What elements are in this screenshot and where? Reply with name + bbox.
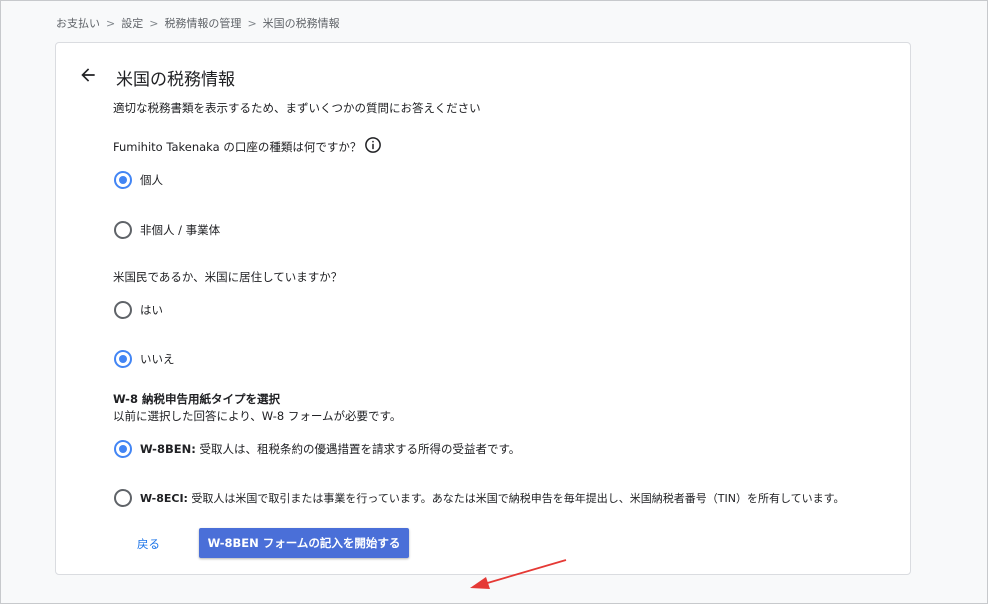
- back-link[interactable]: 戻る: [137, 536, 160, 552]
- w8eci-label: W-8ECI:: [140, 492, 188, 505]
- screenshot-frame: お支払い > 設定 > 税務情報の管理 > 米国の税務情報 米国の税務情報 適切な税務書類を…: [0, 0, 988, 604]
- annotation-arrow-icon: [470, 559, 567, 589]
- radio-button[interactable]: [114, 301, 132, 319]
- breadcrumb-separator: >: [149, 17, 159, 30]
- info-icon[interactable]: [364, 136, 382, 154]
- radio-button[interactable]: [114, 440, 132, 458]
- radio-label: 非個人 / 事業体: [140, 223, 221, 237]
- breadcrumb-item-tax-info-management[interactable]: 税務情報の管理: [164, 17, 241, 30]
- page-subtitle: 適切な税務書類を表示するため、まずいくつかの質問にお答えください: [113, 101, 481, 115]
- breadcrumb-item-settings[interactable]: 設定: [121, 17, 143, 30]
- breadcrumb: お支払い > 設定 > 税務情報の管理 > 米国の税務情報: [56, 15, 340, 31]
- breadcrumb-separator: >: [247, 17, 257, 30]
- radio-label: 個人: [140, 173, 163, 187]
- breadcrumb-item-payments[interactable]: お支払い: [56, 17, 100, 30]
- w8ben-label: W-8BEN:: [140, 442, 196, 456]
- account-type-question: Fumihito Takenaka の口座の種類は何ですか？: [113, 140, 362, 154]
- radio-button[interactable]: [114, 489, 132, 507]
- w8-form-description: 以前に選択した回答により、W-8 フォームが必要です。: [113, 409, 402, 423]
- radio-button[interactable]: [114, 171, 132, 189]
- radio-label: W-8ECI: 受取人は米国で取引または事業を行っています。あなたは米国で納税申…: [140, 490, 845, 506]
- w8eci-description: 受取人は米国で取引または事業を行っています。あなたは米国で納税申告を毎年提出し、…: [187, 492, 845, 505]
- radio-label: W-8BEN: 受取人は、租税条約の優遇措置を請求する所得の受益者です。: [140, 441, 520, 457]
- start-w8ben-form-button[interactable]: W-8BEN フォームの記入を開始する: [199, 528, 409, 558]
- breadcrumb-separator: >: [106, 17, 116, 30]
- tax-info-card: 米国の税務情報 適切な税務書類を表示するため、まずいくつかの質問にお答えください…: [55, 42, 911, 589]
- w8ben-description: 受取人は、租税条約の優遇措置を請求する所得の受益者です。: [195, 442, 521, 456]
- w8-form-heading: W-8 納税申告用紙タイプを選択: [113, 392, 280, 406]
- radio-label: はい: [140, 303, 163, 317]
- radio-button[interactable]: [114, 221, 132, 239]
- page-title: 米国の税務情報: [116, 70, 235, 90]
- us-person-question: 米国民であるか、米国に居住していますか？: [113, 270, 343, 284]
- back-arrow-icon[interactable]: [78, 65, 98, 85]
- radio-button[interactable]: [114, 350, 132, 368]
- radio-label: いいえ: [140, 352, 175, 366]
- breadcrumb-item-us-tax-info: 米国の税務情報: [262, 17, 340, 30]
